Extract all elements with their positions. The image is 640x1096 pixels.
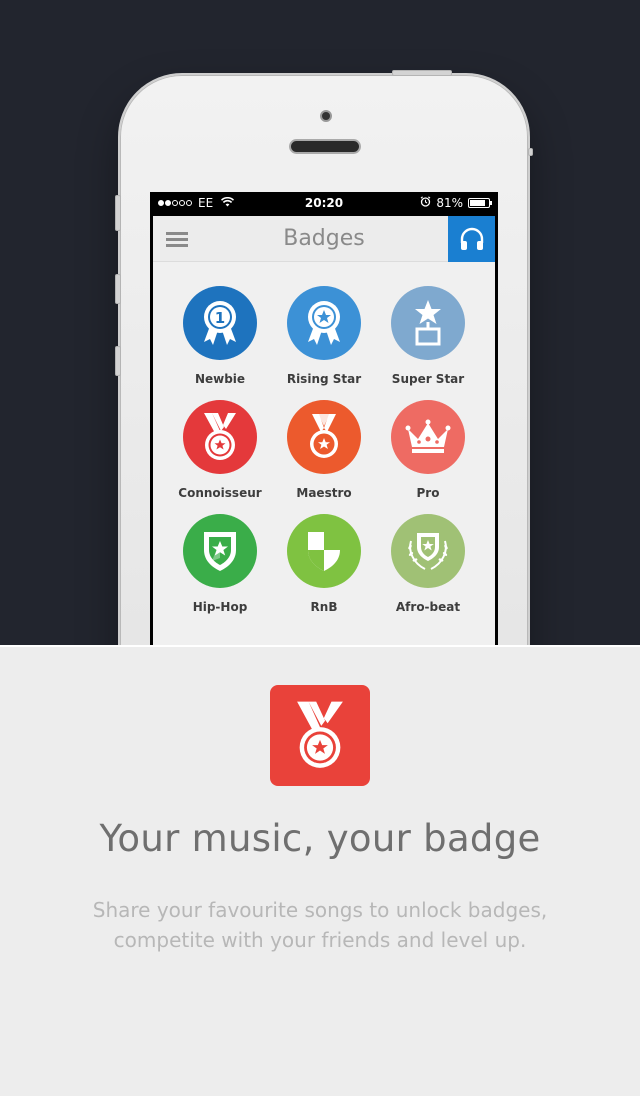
badge-label: Pro xyxy=(416,486,440,500)
badge-label: Rising Star xyxy=(286,372,362,386)
promo-subtitle-line-2: competite with your friends and level up… xyxy=(113,928,527,952)
medal-star-icon xyxy=(310,414,338,458)
badges-screen: Badges 1 Newbie Rising Star Super Star C… xyxy=(153,216,495,645)
badge-circle xyxy=(287,286,361,360)
badge-label: RnB xyxy=(310,600,338,614)
crown-icon xyxy=(405,419,451,453)
badge-label: Super Star xyxy=(391,372,465,386)
badge-super-star[interactable]: Super Star xyxy=(376,286,480,386)
badge-grid: 1 Newbie Rising Star Super Star Connoiss… xyxy=(153,286,495,614)
status-time: 20:20 xyxy=(304,196,344,210)
earpiece-speaker xyxy=(289,139,361,154)
badge-circle: 1 xyxy=(183,286,257,360)
badge-label: Maestro xyxy=(296,486,352,500)
badge-circle xyxy=(183,400,257,474)
badge-circle xyxy=(287,514,361,588)
medal-icon xyxy=(297,701,343,768)
badge-label: Afro-beat xyxy=(395,600,461,614)
promo-subtitle: Share your favourite songs to unlock bad… xyxy=(60,895,580,955)
front-camera xyxy=(320,110,332,122)
svg-text:1: 1 xyxy=(215,309,225,327)
badge-circle xyxy=(391,400,465,474)
headphones-icon xyxy=(460,227,483,250)
badge-rnb[interactable]: RnB xyxy=(272,514,376,614)
medal-icon xyxy=(204,413,236,460)
badge-circle xyxy=(391,514,465,588)
badge-label: Newbie xyxy=(194,372,246,386)
badge-newbie[interactable]: 1 Newbie xyxy=(168,286,272,386)
volume-up-button xyxy=(115,274,121,304)
page-title: Badges xyxy=(283,226,365,251)
badge-maestro[interactable]: Maestro xyxy=(272,400,376,500)
rosette-number-one-icon: 1 xyxy=(204,301,236,345)
battery-icon xyxy=(468,198,492,208)
device-showcase: EE 20:20 81% Badges 1 Newbie Rising Star… xyxy=(0,0,640,645)
badge-rising-star[interactable]: Rising Star xyxy=(272,286,376,386)
badge-circle xyxy=(391,286,465,360)
badge-label: Hip-Hop xyxy=(192,600,248,614)
mute-switch xyxy=(115,195,121,231)
volume-down-button xyxy=(115,346,121,376)
rosette-star-icon xyxy=(308,301,340,345)
badge-hip-hop[interactable]: Hip-Hop xyxy=(168,514,272,614)
headphones-button[interactable] xyxy=(448,216,495,262)
status-bar: EE 20:20 81% xyxy=(150,192,498,214)
hamburger-menu-icon[interactable] xyxy=(166,232,188,247)
promo-title: Your music, your badge xyxy=(99,817,541,860)
badge-connoisseur[interactable]: Connoisseur xyxy=(168,400,272,500)
badge-afro-beat[interactable]: Afro-beat xyxy=(376,514,480,614)
badge-label: Connoisseur xyxy=(178,486,262,500)
shield-checker-icon xyxy=(308,532,340,571)
power-button xyxy=(392,70,452,76)
badge-circle xyxy=(287,400,361,474)
navigation-bar: Badges xyxy=(153,216,495,262)
phone-screen: EE 20:20 81% Badges 1 Newbie Rising Star… xyxy=(150,192,498,645)
shield-star-icon xyxy=(204,532,236,571)
app-icon xyxy=(270,685,370,786)
star-trophy-icon xyxy=(415,300,441,346)
badge-circle xyxy=(183,514,257,588)
promo-subtitle-line-1: Share your favourite songs to unlock bad… xyxy=(92,898,548,922)
laurel-shield-icon xyxy=(408,533,448,570)
badge-pro[interactable]: Pro xyxy=(376,400,480,500)
side-button-right xyxy=(528,148,533,156)
promo-section: Your music, your badge Share your favour… xyxy=(0,645,640,1096)
